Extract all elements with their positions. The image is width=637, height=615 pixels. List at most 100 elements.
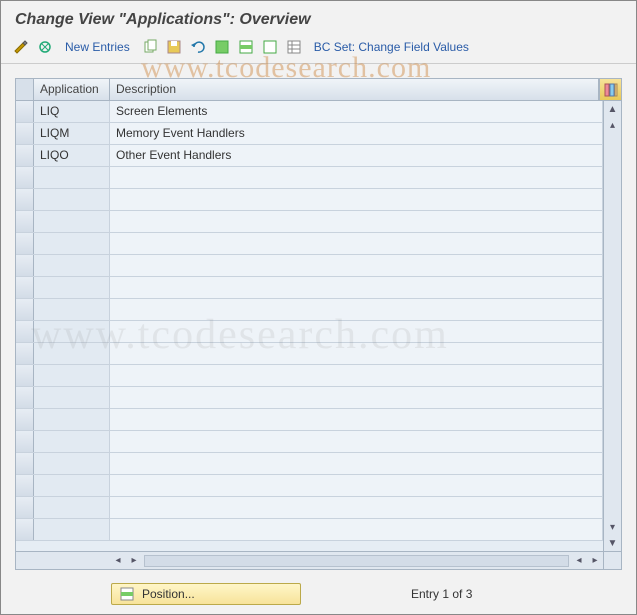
cell-application[interactable] — [34, 299, 110, 320]
row-selector[interactable] — [16, 255, 34, 276]
column-header-application[interactable]: Application — [34, 79, 110, 100]
deselect-all-icon[interactable] — [260, 37, 280, 57]
scroll-up-icon[interactable]: ▴ — [605, 117, 621, 133]
configure-columns-icon[interactable] — [599, 79, 621, 100]
cell-application[interactable]: LIQO — [34, 145, 110, 166]
cell-application[interactable] — [34, 409, 110, 430]
row-selector[interactable] — [16, 387, 34, 408]
scroll-left-icon[interactable]: ▸ — [126, 553, 142, 569]
table-row[interactable] — [16, 255, 603, 277]
cell-application[interactable]: LIQ — [34, 101, 110, 122]
row-selector[interactable] — [16, 519, 34, 540]
table-row[interactable] — [16, 211, 603, 233]
cell-application[interactable] — [34, 167, 110, 188]
cell-description[interactable] — [110, 167, 603, 188]
cell-description[interactable]: Screen Elements — [110, 101, 603, 122]
save-icon[interactable] — [164, 37, 184, 57]
table-row[interactable] — [16, 475, 603, 497]
table-row[interactable]: LIQMMemory Event Handlers — [16, 123, 603, 145]
toggle-display-change-icon[interactable] — [11, 37, 31, 57]
table-row[interactable] — [16, 343, 603, 365]
row-selector[interactable] — [16, 189, 34, 210]
select-all-icon[interactable] — [212, 37, 232, 57]
cell-description[interactable] — [110, 497, 603, 518]
row-selector-header[interactable] — [16, 79, 34, 100]
cell-description[interactable] — [110, 431, 603, 452]
table-row[interactable] — [16, 453, 603, 475]
position-button[interactable]: Position... — [111, 583, 301, 605]
scroll-right-icon[interactable]: ◂ — [571, 553, 587, 569]
row-selector[interactable] — [16, 167, 34, 188]
scroll-left-end-icon[interactable]: ◂ — [110, 553, 126, 569]
row-selector[interactable] — [16, 409, 34, 430]
table-row[interactable] — [16, 233, 603, 255]
row-selector[interactable] — [16, 145, 34, 166]
cell-application[interactable] — [34, 189, 110, 210]
row-selector[interactable] — [16, 211, 34, 232]
cell-application[interactable] — [34, 519, 110, 540]
cell-application[interactable] — [34, 453, 110, 474]
table-row[interactable] — [16, 365, 603, 387]
row-selector[interactable] — [16, 299, 34, 320]
cell-application[interactable] — [34, 255, 110, 276]
row-selector[interactable] — [16, 277, 34, 298]
row-selector[interactable] — [16, 453, 34, 474]
table-row[interactable] — [16, 497, 603, 519]
table-row[interactable]: LIQScreen Elements — [16, 101, 603, 123]
cell-description[interactable] — [110, 189, 603, 210]
scroll-top-icon[interactable]: ▲ — [605, 101, 621, 117]
hscroll-track[interactable] — [144, 555, 569, 567]
row-selector[interactable] — [16, 431, 34, 452]
bc-set-button[interactable]: BC Set: Change Field Values — [308, 38, 475, 56]
cell-description[interactable] — [110, 255, 603, 276]
cell-description[interactable] — [110, 211, 603, 232]
cell-application[interactable] — [34, 431, 110, 452]
cell-application[interactable] — [34, 321, 110, 342]
row-selector[interactable] — [16, 497, 34, 518]
cell-description[interactable]: Memory Event Handlers — [110, 123, 603, 144]
table-row[interactable] — [16, 167, 603, 189]
row-selector[interactable] — [16, 365, 34, 386]
new-entries-button[interactable]: New Entries — [59, 38, 136, 56]
cell-description[interactable] — [110, 277, 603, 298]
cell-description[interactable] — [110, 321, 603, 342]
row-selector[interactable] — [16, 123, 34, 144]
cell-description[interactable] — [110, 343, 603, 364]
cell-description[interactable] — [110, 387, 603, 408]
cell-description[interactable] — [110, 519, 603, 540]
row-selector[interactable] — [16, 233, 34, 254]
table-row[interactable] — [16, 409, 603, 431]
cell-description[interactable] — [110, 409, 603, 430]
table-row[interactable] — [16, 387, 603, 409]
cell-description[interactable] — [110, 365, 603, 386]
cell-description[interactable] — [110, 475, 603, 496]
table-row[interactable]: LIQOOther Event Handlers — [16, 145, 603, 167]
row-selector[interactable] — [16, 475, 34, 496]
vertical-scrollbar[interactable]: ▲ ▴ ▾ ▼ — [603, 101, 621, 551]
cell-description[interactable] — [110, 299, 603, 320]
cell-description[interactable] — [110, 233, 603, 254]
column-header-description[interactable]: Description — [110, 79, 599, 100]
other-view-icon[interactable] — [35, 37, 55, 57]
select-block-icon[interactable] — [236, 37, 256, 57]
cell-application[interactable] — [34, 277, 110, 298]
table-row[interactable] — [16, 519, 603, 541]
row-selector[interactable] — [16, 321, 34, 342]
table-row[interactable] — [16, 299, 603, 321]
horizontal-scrollbar[interactable]: ◂ ▸ ◂ ▸ — [16, 551, 603, 569]
scroll-bottom-icon[interactable]: ▼ — [605, 535, 621, 551]
cell-description[interactable]: Other Event Handlers — [110, 145, 603, 166]
cell-application[interactable] — [34, 233, 110, 254]
scroll-right-end-icon[interactable]: ▸ — [587, 553, 603, 569]
cell-application[interactable]: LIQM — [34, 123, 110, 144]
table-row[interactable] — [16, 189, 603, 211]
table-row[interactable] — [16, 321, 603, 343]
cell-application[interactable] — [34, 211, 110, 232]
cell-application[interactable] — [34, 475, 110, 496]
row-selector[interactable] — [16, 101, 34, 122]
cell-application[interactable] — [34, 387, 110, 408]
cell-application[interactable] — [34, 343, 110, 364]
row-selector[interactable] — [16, 343, 34, 364]
delete-icon[interactable] — [284, 37, 304, 57]
table-row[interactable] — [16, 277, 603, 299]
